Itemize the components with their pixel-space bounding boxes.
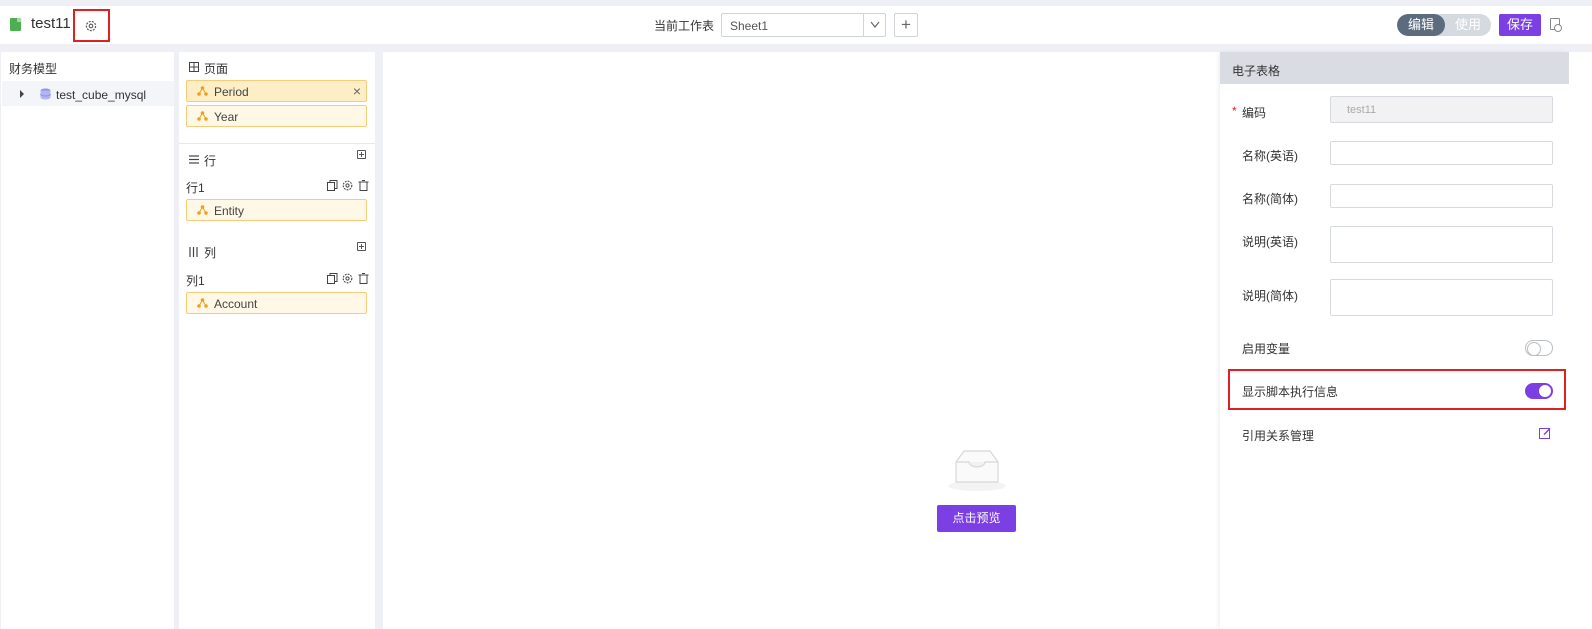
edit-icon[interactable] [1539, 427, 1551, 439]
mode-toggle[interactable]: 编辑 使用 [1397, 14, 1491, 36]
dimensions-panel: 页面 Period × Year 行 行1 Entity 列 列1 Accoun… [179, 52, 375, 629]
hierarchy-icon [197, 205, 208, 215]
name-en-label: 名称(英语) [1242, 149, 1298, 163]
settings-button[interactable] [73, 9, 110, 42]
copy-icon[interactable] [327, 273, 338, 284]
add-sheet-button[interactable]: + [894, 13, 918, 37]
spreadsheet-file-icon [10, 18, 21, 31]
chip-label: Entity [214, 204, 245, 218]
empty-inbox-icon [948, 450, 1006, 491]
name-en-field[interactable] [1330, 141, 1553, 165]
close-icon[interactable]: × [353, 83, 361, 99]
copy-icon[interactable] [327, 180, 338, 191]
column-section-title: 列 [204, 246, 217, 260]
hierarchy-icon [197, 86, 208, 96]
trash-icon[interactable] [358, 273, 369, 284]
page-chip-period[interactable]: Period × [186, 80, 367, 102]
document-settings-icon[interactable] [1550, 18, 1562, 32]
chevron-down-icon [870, 21, 880, 28]
trash-icon[interactable] [358, 180, 369, 191]
column-group-label: 列1 [186, 274, 205, 288]
model-panel-header: 财务模型 [9, 62, 58, 76]
preview-button[interactable]: 点击预览 [937, 505, 1016, 532]
mode-edit-option[interactable]: 编辑 [1397, 14, 1445, 36]
hierarchy-icon [197, 298, 208, 308]
show-script-info-toggle[interactable] [1525, 383, 1553, 399]
spreadsheet-canvas: 点击预览 [383, 52, 1220, 629]
worksheet-label: 当前工作表 [654, 19, 715, 33]
desc-en-field[interactable] [1330, 226, 1553, 263]
desc-zh-field[interactable] [1330, 279, 1553, 316]
worksheet-select[interactable]: Sheet1 [721, 13, 886, 37]
code-field-value: test11 [1347, 104, 1377, 116]
grid-icon [189, 62, 199, 72]
add-row-icon[interactable] [357, 150, 366, 159]
code-field: test11 [1330, 96, 1553, 123]
row-group-label: 行1 [186, 181, 205, 195]
worksheet-select-value: Sheet1 [730, 19, 769, 33]
desc-en-label: 说明(英语) [1242, 235, 1298, 249]
gear-icon[interactable] [342, 273, 353, 284]
properties-title: 电子表格 [1232, 64, 1281, 78]
page-section-title: 页面 [204, 62, 229, 76]
row-chip-entity[interactable]: Entity [186, 199, 367, 221]
column-chip-account[interactable]: Account [186, 292, 367, 314]
gear-icon[interactable] [342, 180, 353, 191]
properties-panel: 电子表格 * 编码 test11 名称(英语) 名称(简体) 说明(英语) 说明… [1220, 52, 1569, 629]
enable-variable-label: 启用变量 [1242, 342, 1291, 356]
tree-item-cube[interactable]: test_cube_mysql [2, 81, 174, 106]
model-panel: 财务模型 test_cube_mysql [1, 52, 174, 629]
rows-icon [189, 155, 199, 164]
right-edge-strip [1569, 52, 1592, 629]
name-zh-label: 名称(简体) [1242, 192, 1298, 206]
mode-use-option[interactable]: 使用 [1445, 14, 1491, 36]
chip-label: Period [214, 85, 249, 99]
chip-label: Year [214, 110, 239, 124]
save-button[interactable]: 保存 [1499, 14, 1541, 36]
reference-management-label: 引用关系管理 [1242, 429, 1315, 443]
column-group-actions [327, 273, 370, 287]
enable-variable-toggle[interactable] [1525, 340, 1553, 356]
desc-zh-label: 说明(简体) [1242, 289, 1298, 303]
tree-item-label: test_cube_mysql [56, 88, 147, 102]
gear-icon [85, 20, 97, 32]
show-script-info-label: 显示脚本执行信息 [1242, 385, 1339, 399]
columns-icon [189, 247, 198, 257]
worksheet-dropdown-toggle[interactable] [863, 14, 885, 36]
name-zh-field[interactable] [1330, 184, 1553, 208]
section-divider [179, 143, 375, 144]
top-bar: test11 当前工作表 Sheet1 + 编辑 使用 保存 [0, 6, 1592, 44]
page-chip-year[interactable]: Year [186, 105, 367, 127]
hierarchy-icon [197, 111, 208, 121]
row-group-actions [327, 180, 370, 194]
row-section-title: 行 [204, 154, 217, 168]
code-label: 编码 [1242, 106, 1267, 120]
caret-right-icon[interactable] [20, 90, 24, 98]
add-column-icon[interactable] [357, 242, 366, 251]
required-marker: * [1232, 104, 1237, 118]
chip-label: Account [214, 297, 258, 311]
database-icon [40, 88, 51, 100]
properties-header: 电子表格 [1220, 52, 1569, 84]
page-title: test11 [31, 15, 71, 32]
